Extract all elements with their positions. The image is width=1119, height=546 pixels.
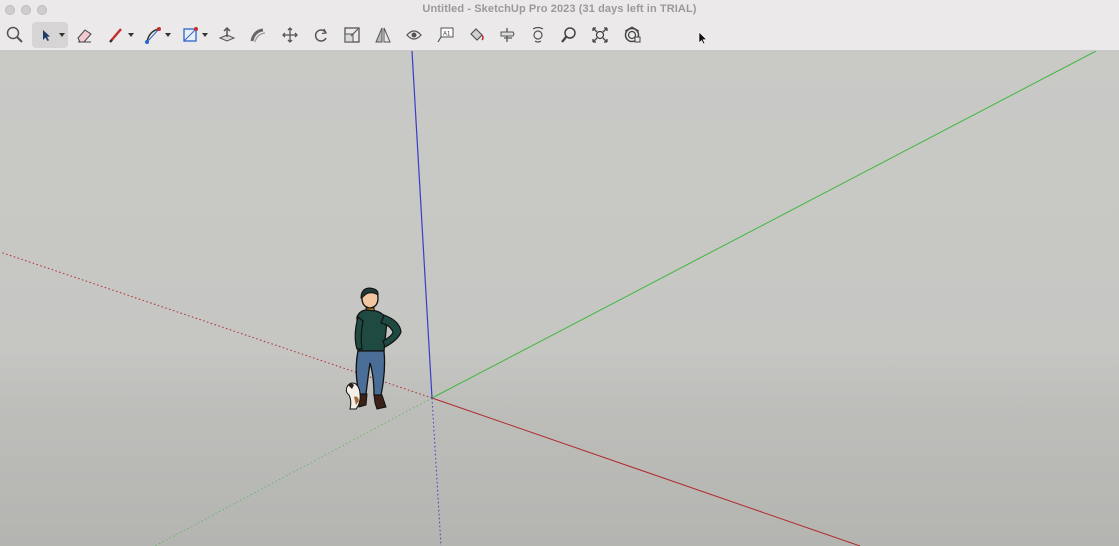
- push-pull-tool[interactable]: [214, 22, 240, 48]
- arc-icon: [145, 27, 161, 44]
- walk-icon: [532, 26, 544, 43]
- walk-tool[interactable]: [525, 22, 551, 48]
- green-axis-negative: [154, 397, 433, 546]
- follow-me-tool[interactable]: [245, 22, 271, 48]
- push-pull-icon: [218, 26, 236, 42]
- line-tool[interactable]: [103, 22, 137, 48]
- text-tool[interactable]: A1: [432, 22, 458, 48]
- flip-icon: [375, 27, 391, 43]
- blue-axis-positive: [411, 51, 433, 399]
- red-axis-positive: [431, 397, 861, 546]
- position-camera-icon: [500, 28, 515, 42]
- follow-me-icon: [250, 28, 266, 43]
- extension-warehouse-tool[interactable]: [619, 22, 645, 48]
- scale-icon: [344, 27, 360, 43]
- extension-warehouse-icon: [624, 26, 641, 43]
- title-bar: Untitled - SketchUp Pro 2023 (31 days le…: [0, 0, 1119, 20]
- rotate-icon: [314, 28, 327, 42]
- move-icon: [282, 27, 298, 43]
- move-tool[interactable]: [277, 22, 303, 48]
- select-tool[interactable]: [32, 22, 68, 48]
- mouse-pointer-icon: [698, 31, 708, 45]
- offset-tool[interactable]: [401, 22, 427, 48]
- paint-bucket-tool[interactable]: [463, 22, 489, 48]
- arc-tool[interactable]: [140, 22, 174, 48]
- rectangle-menu-caret[interactable]: [202, 33, 208, 37]
- scale-tool[interactable]: [339, 22, 365, 48]
- arc-menu-caret[interactable]: [165, 33, 171, 37]
- axes-canvas: [0, 51, 1097, 546]
- green-axis-positive: [431, 51, 1097, 399]
- person-with-dog-icon[interactable]: [345, 287, 402, 410]
- flip-tool[interactable]: [370, 22, 396, 48]
- select-menu-caret[interactable]: [59, 33, 65, 37]
- eraser-icon: [77, 29, 92, 43]
- zoom-extents-full-tool[interactable]: [587, 22, 613, 48]
- toolbar: A1: [0, 20, 1119, 51]
- pencil-icon: [109, 28, 122, 43]
- modeling-viewport[interactable]: [0, 51, 1119, 546]
- rectangle-icon: [183, 27, 198, 42]
- position-camera-tool[interactable]: [494, 22, 520, 48]
- rotate-tool[interactable]: [308, 22, 334, 48]
- offset-icon: [406, 30, 422, 40]
- paint-bucket-icon: [470, 28, 484, 41]
- rectangle-tool[interactable]: [177, 22, 211, 48]
- blue-axis-negative: [431, 397, 442, 546]
- svg-text:A1: A1: [443, 32, 451, 38]
- text-icon: A1: [437, 27, 454, 43]
- magnifier-icon: [6, 26, 23, 43]
- arrow-icon: [43, 30, 50, 41]
- zoom-extents-tool[interactable]: [2, 22, 28, 48]
- line-menu-caret[interactable]: [128, 33, 134, 37]
- zoom-extents-icon: [592, 27, 608, 43]
- window-title: Untitled - SketchUp Pro 2023 (31 days le…: [422, 3, 697, 15]
- eraser-tool[interactable]: [71, 22, 97, 48]
- zoom-icon: [561, 27, 576, 43]
- zoom-tool[interactable]: [556, 22, 582, 48]
- sketchup-window: Untitled - SketchUp Pro 2023 (31 days le…: [0, 0, 1119, 546]
